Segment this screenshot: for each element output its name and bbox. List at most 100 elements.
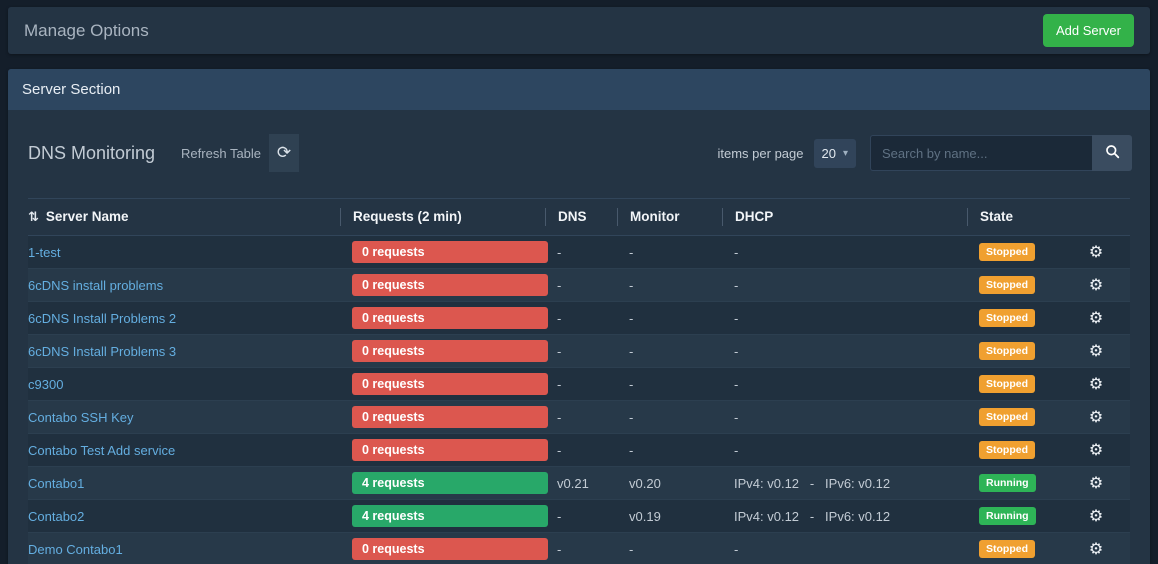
sort-icon: ⇅ [28,209,39,224]
gear-icon[interactable]: ⚙ [1089,409,1103,426]
requests-badge: 0 requests [352,406,548,428]
requests-cell: 0 requests [340,406,545,428]
server-name-link[interactable]: Contabo Test Add service [28,443,175,458]
state-badge: Stopped [979,342,1035,360]
gear-icon[interactable]: ⚙ [1089,541,1103,558]
actions-cell: ⚙ [1062,440,1130,460]
state-badge: Stopped [979,540,1035,558]
server-name-link[interactable]: 6cDNS Install Problems 2 [28,311,176,326]
dns-version-cell: - [545,410,617,425]
server-name-link[interactable]: 6cDNS Install Problems 3 [28,344,176,359]
state-cell: Stopped [967,276,1062,294]
state-cell: Stopped [967,243,1062,261]
server-name-link[interactable]: Contabo SSH Key [28,410,134,425]
requests-badge: 4 requests [352,505,548,527]
server-name-cell: Contabo Test Add service [28,443,340,458]
server-name-link[interactable]: Demo Contabo1 [28,542,123,557]
actions-cell: ⚙ [1062,407,1130,427]
gear-icon[interactable]: ⚙ [1089,475,1103,492]
requests-cell: 0 requests [340,439,545,461]
state-cell: Stopped [967,441,1062,459]
column-header-dhcp: DHCP [722,208,967,226]
server-name-cell: Contabo SSH Key [28,410,340,425]
search-button[interactable] [1092,135,1132,171]
monitor-version-cell: v0.20 [617,476,722,491]
dhcp-cell: IPv4: v0.12 - IPv6: v0.12 [722,509,967,524]
monitor-version-cell: - [617,443,722,458]
column-header-requests: Requests (2 min) [340,208,545,226]
requests-badge: 0 requests [352,340,548,362]
server-name-link[interactable]: 1-test [28,245,61,260]
dhcp-cell: - [722,443,967,458]
dns-version-cell: - [545,311,617,326]
monitor-version-cell: - [617,278,722,293]
state-badge: Stopped [979,276,1035,294]
requests-badge: 0 requests [352,538,548,560]
table-row: 1-test 0 requests - - - Stopped ⚙ [28,236,1130,269]
gear-icon[interactable]: ⚙ [1089,376,1103,393]
requests-badge: 0 requests [352,307,548,329]
search-group [870,135,1132,171]
server-name-cell: 1-test [28,245,340,260]
column-header-actions [1062,208,1130,226]
table-row: Contabo Test Add service 0 requests - - … [28,434,1130,467]
column-header-state: State [967,208,1062,226]
items-per-page-select[interactable]: 20 ▾ [814,139,857,168]
column-header-server-name[interactable]: ⇅Server Name [28,208,340,226]
dhcp-cell: - [722,245,967,260]
server-section-card: Server Section DNS Monitoring Refresh Ta… [8,69,1150,564]
dns-version-cell: - [545,542,617,557]
table-row: Contabo SSH Key 0 requests - - - Stopped… [28,401,1130,434]
table-row: Contabo2 4 requests - v0.19 IPv4: v0.12 … [28,500,1130,533]
state-cell: Stopped [967,540,1062,558]
server-name-cell: 6cDNS Install Problems 3 [28,344,340,359]
refresh-table-label: Refresh Table [181,146,261,161]
state-cell: Running [967,474,1062,492]
server-name-link[interactable]: c9300 [28,377,63,392]
state-badge: Stopped [979,375,1035,393]
state-badge: Stopped [979,441,1035,459]
gear-icon[interactable]: ⚙ [1089,310,1103,327]
top-bar: Manage Options Add Server [8,7,1150,54]
items-per-page-label: items per page [718,146,804,161]
gear-icon[interactable]: ⚙ [1089,244,1103,261]
table-body: 1-test 0 requests - - - Stopped ⚙ 6cDNS … [28,236,1130,564]
search-input[interactable] [870,135,1092,171]
dhcp-cell: - [722,278,967,293]
monitor-version-cell: - [617,542,722,557]
refresh-button[interactable]: ⟳ [269,134,299,172]
actions-cell: ⚙ [1062,308,1130,328]
dns-version-cell: - [545,245,617,260]
actions-cell: ⚙ [1062,539,1130,559]
monitor-version-cell: - [617,245,722,260]
gear-icon[interactable]: ⚙ [1089,277,1103,294]
actions-cell: ⚙ [1062,341,1130,361]
actions-cell: ⚙ [1062,374,1130,394]
dhcp-cell: - [722,377,967,392]
gear-icon[interactable]: ⚙ [1089,442,1103,459]
requests-cell: 0 requests [340,373,545,395]
requests-cell: 4 requests [340,472,545,494]
monitor-version-cell: - [617,344,722,359]
dns-version-cell: - [545,344,617,359]
gear-icon[interactable]: ⚙ [1089,343,1103,360]
table-row: c9300 0 requests - - - Stopped ⚙ [28,368,1130,401]
add-server-button[interactable]: Add Server [1043,14,1134,47]
server-name-cell: 6cDNS install problems [28,278,340,293]
gear-icon[interactable]: ⚙ [1089,508,1103,525]
monitor-version-cell: - [617,410,722,425]
dns-version-cell: - [545,278,617,293]
dns-version-cell: v0.21 [545,476,617,491]
server-name-link[interactable]: Contabo1 [28,476,84,491]
section-header: Server Section [8,69,1150,110]
requests-cell: 0 requests [340,538,545,560]
monitor-version-cell: v0.19 [617,509,722,524]
requests-badge: 0 requests [352,439,548,461]
state-badge: Running [979,474,1036,492]
server-name-link[interactable]: Contabo2 [28,509,84,524]
state-cell: Stopped [967,342,1062,360]
dhcp-cell: - [722,542,967,557]
dhcp-cell: - [722,344,967,359]
toolbar-right: items per page 20 ▾ [718,135,1133,171]
server-name-link[interactable]: 6cDNS install problems [28,278,163,293]
